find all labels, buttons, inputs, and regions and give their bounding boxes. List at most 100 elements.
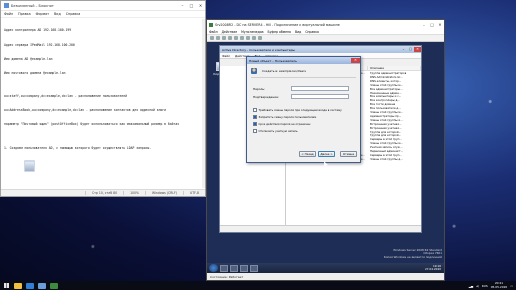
new-user-dialog: Новый объект – Пользователь ✕ Создать в:… (246, 56, 361, 163)
minimize-icon[interactable]: – (420, 22, 428, 27)
back-button[interactable]: < Назад (299, 151, 316, 157)
guest-clock[interactable]: 19:16 27.04.2020 (425, 264, 444, 271)
recycle-bin-icon (23, 160, 35, 172)
turn-off-icon[interactable] (222, 36, 226, 40)
minimize-icon[interactable]: – (178, 3, 187, 8)
host-clock[interactable]: 20:21 05.05.2020 (490, 281, 508, 289)
vm-titlebar[interactable]: Srv2008R2 - DC на SERVER4 - Hill - Подкл… (207, 20, 444, 29)
vm-toolbar (207, 35, 444, 42)
text-line: ou=AddressBook,ou=company,dc=example,dc=… (4, 108, 167, 113)
save-state-icon[interactable] (234, 36, 238, 40)
vm-menu-view[interactable]: Вид (295, 30, 301, 34)
maximize-icon[interactable]: □ (428, 22, 436, 27)
ctrl-alt-del-icon[interactable] (210, 36, 214, 40)
guest-desktop[interactable]: Корзина Active Directory - пользователи … (207, 42, 444, 273)
maximize-icon[interactable]: □ (407, 47, 414, 52)
notepad-menubar: Файл Правка Формат Вид Справка (1, 11, 205, 18)
text-line: 1. Создаем пользователя AD, с помощью ко… (4, 145, 152, 150)
menu-edit[interactable]: Правка (18, 12, 31, 16)
vm-state: Состояние: Работает (210, 274, 244, 279)
guest-start-button[interactable] (209, 264, 218, 272)
reset-icon[interactable] (246, 36, 250, 40)
checkbox-box (253, 108, 257, 112)
password-field[interactable] (291, 86, 349, 91)
column-description[interactable]: Описание (368, 66, 421, 70)
server-manager-icon[interactable] (220, 264, 228, 272)
checkbox-box (253, 122, 257, 126)
network-icon[interactable]: ▂▄ (469, 284, 473, 288)
menu-file[interactable]: Файл (4, 12, 13, 16)
guest-taskbar: 19:16 27.04.2020 (207, 263, 444, 273)
checkbox-box (253, 115, 257, 119)
aduc-taskbar-icon[interactable] (250, 264, 258, 272)
checkbox-label: Требовать смены пароля при следующем вхо… (258, 108, 342, 112)
password-label: Пароль: (253, 87, 266, 91)
cell-desc: Члены этой группы д... (370, 157, 403, 161)
notepad-icon (4, 3, 9, 8)
next-button[interactable]: Далее > (318, 151, 335, 157)
text-line: Адрес сервера IPedMail 192.168.100.200 (4, 42, 75, 47)
text-line: Имя почтового домена @example.lan (4, 70, 66, 75)
windows-logo-icon (3, 283, 9, 288)
host-taskbar: ▂▄ ◂) RUS 20:21 05.05.2020 ▭ (0, 281, 516, 290)
desktop-recycle-bin[interactable]: Корзина ICR (14, 160, 44, 182)
menu-view[interactable]: Вид (54, 12, 61, 16)
volume-icon[interactable]: ◂) (476, 284, 479, 288)
checkbox-label: Отключить учетную запись (258, 129, 298, 133)
encoding: UTF-8 (182, 191, 205, 195)
dialog-title: Новый объект – Пользователь (249, 58, 297, 63)
watermark-line: Копия Windows не является подлинной (383, 254, 442, 259)
file-explorer-icon[interactable] (14, 282, 22, 289)
vm-menu-action[interactable]: Действие (222, 30, 238, 34)
revert-icon[interactable] (258, 36, 262, 40)
menu-help[interactable]: Справка (66, 12, 81, 16)
hyperv-taskbar-icon[interactable] (50, 282, 58, 289)
system-tray: ▂▄ ◂) RUS 20:21 05.05.2020 ▭ (469, 281, 516, 289)
checkpoint-icon[interactable] (252, 36, 256, 40)
notifications-icon[interactable]: ▭ (510, 284, 513, 288)
aduc-menu-file[interactable]: Файл (222, 54, 230, 58)
must-change-password-checkbox[interactable]: Требовать смены пароля при следующем вхо… (253, 108, 342, 112)
vm-statusbar: Состояние: Работает (207, 273, 444, 280)
pause-icon[interactable] (240, 36, 244, 40)
notepad-statusbar: Стр 10, стлб 80 100% Windows (CRLF) UTF-… (1, 189, 205, 196)
powershell-icon[interactable] (230, 264, 238, 272)
vm-menu-file[interactable]: Файл (209, 30, 218, 34)
notepad-taskbar-icon[interactable] (38, 282, 46, 289)
close-icon[interactable]: ✕ (351, 58, 360, 63)
divider (251, 77, 356, 78)
start-icon[interactable] (216, 36, 220, 40)
close-icon[interactable]: ✕ (196, 3, 205, 8)
language-indicator[interactable]: RUS (482, 284, 488, 288)
close-icon[interactable]: ✕ (436, 22, 444, 27)
aduc-title: Active Directory - пользователи и компью… (222, 47, 295, 52)
aduc-statusbar (220, 225, 421, 232)
shutdown-icon[interactable] (228, 36, 232, 40)
vm-menu-help[interactable]: Справка (305, 30, 319, 34)
close-icon[interactable]: ✕ (414, 47, 421, 52)
vm-title: Srv2008R2 - DC на SERVER4 - Hill - Подкл… (215, 22, 340, 27)
text-line: Адрес контроллера AD 192.168.100.199 (4, 28, 72, 33)
vertical-scrollbar[interactable] (202, 19, 205, 188)
aduc-titlebar[interactable]: Active Directory - пользователи и компью… (220, 46, 421, 53)
cancel-button[interactable]: Отмена (340, 151, 357, 157)
explorer-icon[interactable] (240, 264, 248, 272)
notepad-titlebar[interactable]: Безымянный – Блокнот – □ ✕ (1, 1, 205, 11)
text-line: параметр "Почтовый ящик" (postOfficeBox)… (4, 122, 180, 127)
password-never-expires-checkbox[interactable]: Срок действия пароля не ограничен (253, 122, 310, 126)
host-clock-date: 05.05.2020 (490, 284, 508, 289)
cursor-position: Стр 10, стлб 80 (84, 191, 123, 195)
dialog-titlebar[interactable]: Новый объект – Пользователь ✕ (247, 57, 360, 64)
cannot-change-password-checkbox[interactable]: Запретить смену пароля пользователем (253, 115, 316, 119)
menu-format[interactable]: Формат (36, 12, 49, 16)
vm-menu-clipboard[interactable]: Буфер обмена (268, 30, 291, 34)
account-disabled-checkbox[interactable]: Отключить учетную запись (253, 129, 298, 133)
minimize-icon[interactable]: – (400, 47, 407, 52)
windows-start-button[interactable] (0, 281, 12, 290)
vm-menu-media[interactable]: Мультимедиа (241, 30, 263, 34)
checkbox-label: Запретить смену пароля пользователем (258, 115, 317, 119)
confirm-password-field[interactable] (291, 94, 349, 99)
browser-icon[interactable] (26, 282, 34, 289)
maximize-icon[interactable]: □ (187, 3, 196, 8)
checkbox-label: Срок действия пароля не ограничен (258, 122, 311, 126)
